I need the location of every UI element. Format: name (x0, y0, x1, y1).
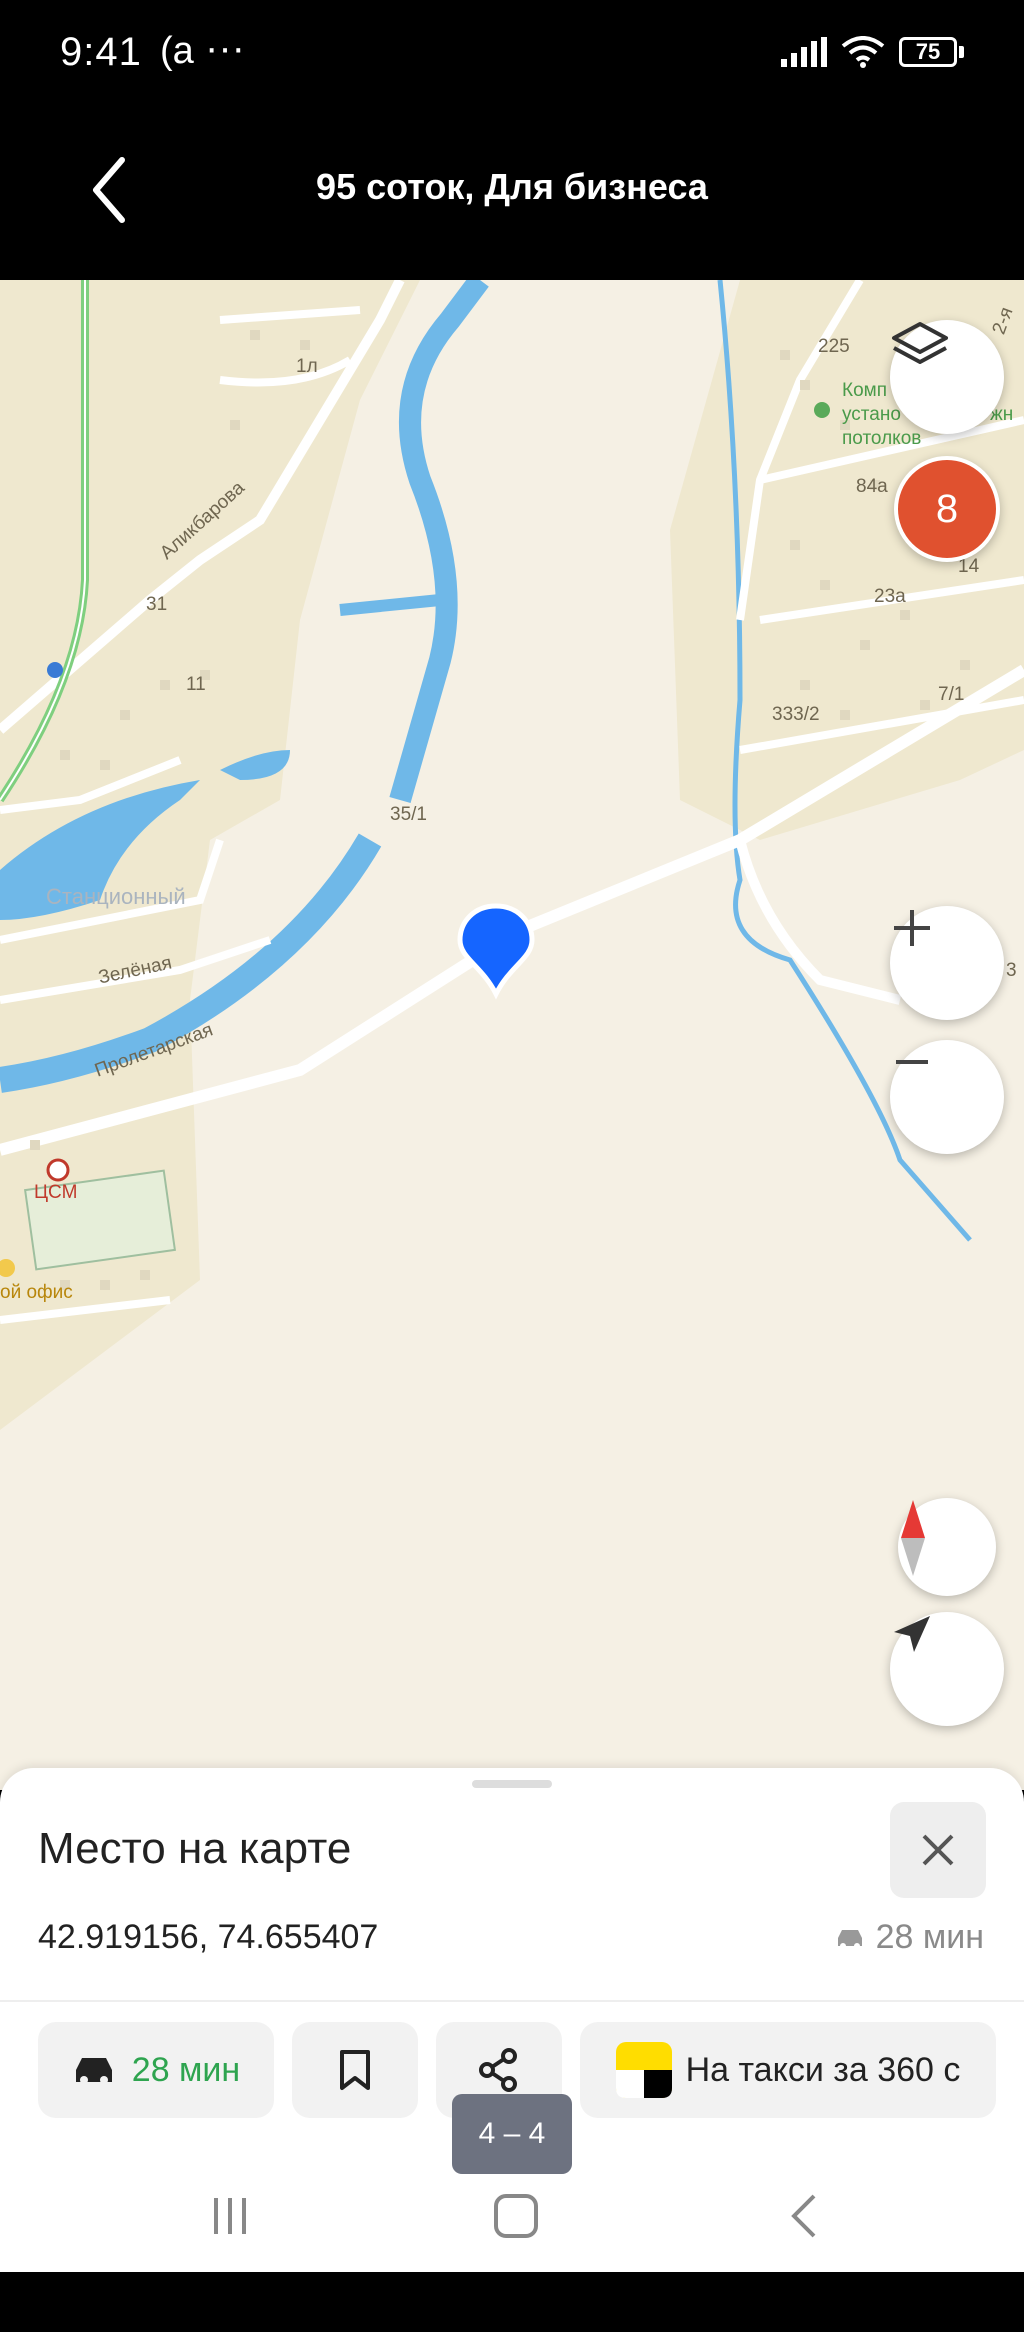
poi-label-office: ой офис (0, 1282, 73, 1303)
medical-icon (46, 1158, 70, 1182)
zoom-out-button[interactable] (890, 1040, 1004, 1154)
zoom-out-icon (896, 1060, 928, 1064)
back-arrow-icon (791, 2194, 816, 2238)
river-north (389, 280, 489, 804)
locate-icon (894, 1616, 930, 1652)
page-title: 95 соток, Для бизнеса (316, 166, 708, 207)
bottom-gesture-area (0, 2272, 1024, 2332)
recents-icon (214, 2198, 246, 2234)
status-more-dots: ··· (205, 26, 245, 70)
house-number-11: 11 (186, 674, 206, 695)
car-icon (837, 1929, 862, 1949)
compass-icon (901, 1500, 925, 1576)
layers-icon (892, 322, 948, 364)
bus-stop-icon (47, 662, 63, 678)
house-number-7-1: 7/1 (938, 684, 965, 705)
close-button[interactable] (890, 1802, 986, 1898)
map-view[interactable]: Аликбарова Станционный Зелёная Пролетарс… (0, 280, 1024, 1790)
route-button[interactable]: 28 мин (38, 2022, 274, 2118)
app-header: 95 соток, Для бизнеса (0, 110, 1024, 280)
bookmark-button[interactable] (292, 2022, 418, 2118)
eta-text: 28 мин (875, 1918, 984, 1956)
road-east-branch (735, 838, 902, 1005)
battery-icon: 75 (899, 37, 957, 67)
poi-label-company-2: устано (842, 404, 901, 425)
compass-button[interactable] (898, 1498, 996, 1596)
status-app-indicator: (a (160, 30, 194, 72)
sheet-title: Место на карте (38, 1824, 352, 1873)
house-number-225: 225 (818, 336, 850, 357)
image-pager-indicator: 4 – 4 (452, 2094, 572, 2174)
poi-label-company-3: потолков (842, 428, 922, 449)
river-branch (339, 594, 441, 616)
signal-icon (781, 37, 827, 67)
taxi-button-label: На такси за 360 с (685, 2050, 961, 2089)
wifi-icon (841, 36, 885, 68)
zoom-in-button[interactable] (890, 906, 1004, 1020)
company-poi-icon (814, 402, 830, 418)
house-number-1l: 1л (296, 356, 318, 377)
house-number-333-2: 333/2 (772, 704, 820, 725)
bookmark-icon (340, 2050, 370, 2090)
system-back-button[interactable] (774, 2186, 834, 2246)
car-icon (75, 2058, 112, 2084)
district-label-stantsionnyi: Станционный (46, 884, 186, 909)
cluster-count-badge[interactable]: 8 (894, 456, 1000, 562)
sheet-divider (0, 2000, 1024, 2002)
coordinates-text: 42.919156, 74.655407 (38, 1918, 379, 1956)
layers-button[interactable] (890, 320, 1004, 434)
house-number-23a: 23а (874, 586, 906, 607)
house-number-35-1: 35/1 (390, 804, 427, 825)
battery-tip (959, 46, 964, 58)
zoom-in-icon (894, 910, 930, 946)
house-number-84a: 84а (856, 476, 888, 497)
status-time: 9:41 (60, 30, 142, 74)
location-pin-marker[interactable] (454, 902, 538, 1002)
recent-apps-button[interactable] (200, 2186, 260, 2246)
share-icon (479, 2048, 517, 2092)
route-button-label: 28 мин (131, 2050, 241, 2089)
sheet-drag-handle[interactable] (472, 1780, 552, 1788)
house-number-31: 31 (146, 594, 168, 615)
map-canvas (0, 280, 1024, 1430)
close-icon (922, 1834, 954, 1866)
my-location-button[interactable] (890, 1612, 1004, 1726)
home-button[interactable] (486, 2186, 546, 2246)
status-icons: 75 (781, 36, 964, 68)
taxi-icon (615, 2042, 672, 2098)
status-bar: 9:41 (a ··· 75 (0, 0, 1024, 110)
home-icon (494, 2194, 538, 2238)
eta-info: 28 мин (834, 1918, 984, 1957)
poi-label-company-1: Комп (842, 380, 887, 401)
house-number-3: 3 (1006, 960, 1017, 981)
taxi-button[interactable]: На такси за 360 с (580, 2022, 996, 2118)
poi-label-tssm: ЦСМ (34, 1182, 78, 1203)
